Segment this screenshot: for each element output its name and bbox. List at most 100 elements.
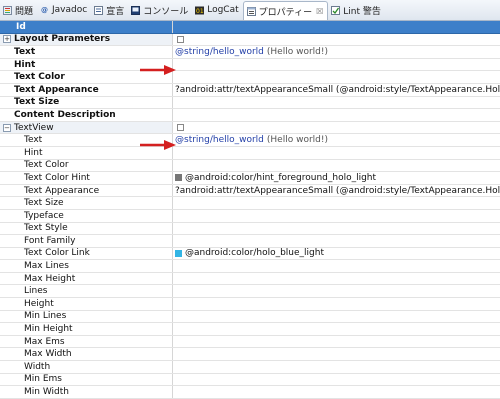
property-value[interactable] (173, 285, 500, 297)
id-label: Id (16, 21, 26, 32)
property-value[interactable] (173, 260, 500, 272)
tab-label: Javadoc (52, 5, 88, 15)
property-value[interactable]: @android:color/hint_foreground_holo_ligh… (173, 172, 500, 184)
property-value[interactable]: ?android:attr/textAppearanceSmall (@andr… (173, 185, 500, 197)
property-value[interactable] (173, 235, 500, 247)
value-checkbox[interactable] (177, 35, 184, 43)
property-value[interactable] (173, 336, 500, 348)
property-value-text: @string/hello_world (175, 135, 264, 146)
property-value[interactable] (173, 348, 500, 360)
property-value[interactable] (173, 197, 500, 209)
property-row[interactable]: Typeface (0, 209, 500, 223)
property-row[interactable]: Font Family (0, 235, 500, 248)
property-row[interactable]: Min Height (0, 323, 500, 336)
value-checkbox[interactable] (177, 124, 184, 132)
property-value[interactable] (173, 361, 500, 373)
property-value[interactable] (173, 298, 500, 310)
tab-label: プロパティー (258, 7, 313, 18)
property-value[interactable] (173, 210, 500, 222)
tab-label: コンソール (143, 6, 189, 17)
property-row[interactable]: Text Color (0, 71, 500, 84)
property-row[interactable]: Max Width (0, 348, 500, 362)
layout-parameters-row[interactable]: + Layout Parameters (0, 33, 500, 47)
property-value[interactable] (173, 374, 500, 386)
property-name: Text Size (14, 97, 60, 108)
property-value[interactable]: ?android:attr/textAppearanceSmall (@andr… (173, 84, 500, 96)
property-value[interactable] (173, 59, 500, 71)
property-value[interactable] (173, 147, 500, 159)
property-name: Hint (24, 147, 43, 158)
property-row[interactable]: Text Color (0, 159, 500, 173)
tab-console[interactable]: コンソール (128, 0, 192, 20)
property-row[interactable]: Width (0, 361, 500, 374)
property-name: Text Color (24, 160, 69, 171)
property-value[interactable] (173, 311, 500, 323)
tab-lint-warnings[interactable]: Lint 警告 (328, 0, 385, 20)
property-name: Min Ems (24, 374, 62, 385)
property-value[interactable] (173, 160, 500, 172)
property-row[interactable]: Text Size (0, 96, 500, 110)
javadoc-icon: @ (41, 5, 49, 14)
property-header-row[interactable]: Id (0, 21, 500, 34)
property-row[interactable]: Hint (0, 146, 500, 160)
property-name: Typeface (24, 210, 64, 221)
expand-toggle-icon[interactable]: + (3, 35, 11, 44)
property-name: Max Width (24, 349, 72, 360)
tab-javadoc[interactable]: @ Javadoc (37, 0, 91, 20)
property-value[interactable]: @string/hello_world (Hello world!) (173, 46, 500, 58)
property-value[interactable]: @android:color/holo_blue_light (173, 248, 500, 260)
property-row[interactable]: Height (0, 298, 500, 311)
property-name: Hint (14, 59, 36, 70)
property-row[interactable]: Min Lines (0, 310, 500, 324)
property-row[interactable]: Text Appearance ?android:attr/textAppeara… (0, 83, 500, 97)
property-row[interactable]: Text Size (0, 197, 500, 210)
property-value[interactable] (173, 386, 500, 398)
property-row[interactable]: Hint (0, 58, 500, 72)
property-sheet: Id + Layout Parameters Text @string/hello… (0, 21, 500, 399)
property-value[interactable] (173, 109, 500, 121)
view-tab-bar: 問題 @ Javadoc 宣言 コンソール 01 LogCat プロパティー ☒… (0, 0, 500, 21)
property-value[interactable] (173, 97, 500, 109)
property-name: Min Width (24, 387, 69, 398)
resolved-value-text: (Hello world!) (266, 46, 328, 57)
property-row[interactable]: Text Color Link @android:color/holo_blue_… (0, 247, 500, 261)
property-value[interactable] (173, 323, 500, 335)
property-row[interactable]: Lines (0, 285, 500, 299)
property-row[interactable]: Text @string/hello_world (Hello world!) (0, 134, 500, 147)
property-value[interactable] (173, 273, 500, 285)
property-name: Max Height (24, 273, 76, 284)
tab-logcat[interactable]: 01 LogCat (192, 0, 242, 20)
property-value-text: ?android:attr/textAppearanceSmall (@andr… (175, 84, 500, 95)
property-name: Text (14, 46, 36, 57)
section-label: Layout Parameters (14, 34, 111, 45)
property-name: Lines (24, 286, 48, 297)
property-value[interactable] (173, 71, 500, 83)
tab-problems[interactable]: 問題 (0, 0, 37, 20)
close-tab-button[interactable]: ☒ (316, 7, 323, 16)
property-name: Max Ems (24, 336, 65, 347)
tab-declaration[interactable]: 宣言 (91, 0, 128, 20)
property-value-text: @android:color/hint_foreground_holo_ligh… (185, 172, 377, 183)
property-row[interactable]: Max Height (0, 272, 500, 286)
logcat-icon: 01 (195, 6, 205, 15)
property-name: Text Size (24, 198, 64, 209)
property-row[interactable]: Min Width (0, 386, 500, 399)
property-name: Text Color Hint (24, 172, 90, 183)
property-name: Font Family (24, 235, 76, 246)
property-name: Max Lines (24, 261, 69, 272)
property-value[interactable] (173, 223, 500, 235)
property-name: Text Appearance (14, 84, 99, 95)
red-arrow-icon (140, 65, 176, 75)
textview-section-row[interactable]: − TextView (0, 121, 500, 135)
property-row[interactable]: Text Color Hint @android:color/hint_foreg… (0, 172, 500, 185)
property-value[interactable]: @string/hello_world (Hello world!) (173, 134, 500, 146)
property-row[interactable]: Max Ems (0, 335, 500, 349)
property-row[interactable]: Content Description (0, 109, 500, 122)
property-row[interactable]: Text @string/hello_world (Hello world!) (0, 46, 500, 59)
property-row[interactable]: Text Style (0, 222, 500, 236)
property-row[interactable]: Min Ems (0, 373, 500, 387)
tab-properties[interactable]: プロパティー ☒ (242, 1, 329, 20)
property-row[interactable]: Text Appearance ?android:attr/textAppeara… (0, 184, 500, 198)
property-row[interactable]: Max Lines (0, 260, 500, 273)
collapse-toggle-icon[interactable]: − (3, 123, 11, 132)
